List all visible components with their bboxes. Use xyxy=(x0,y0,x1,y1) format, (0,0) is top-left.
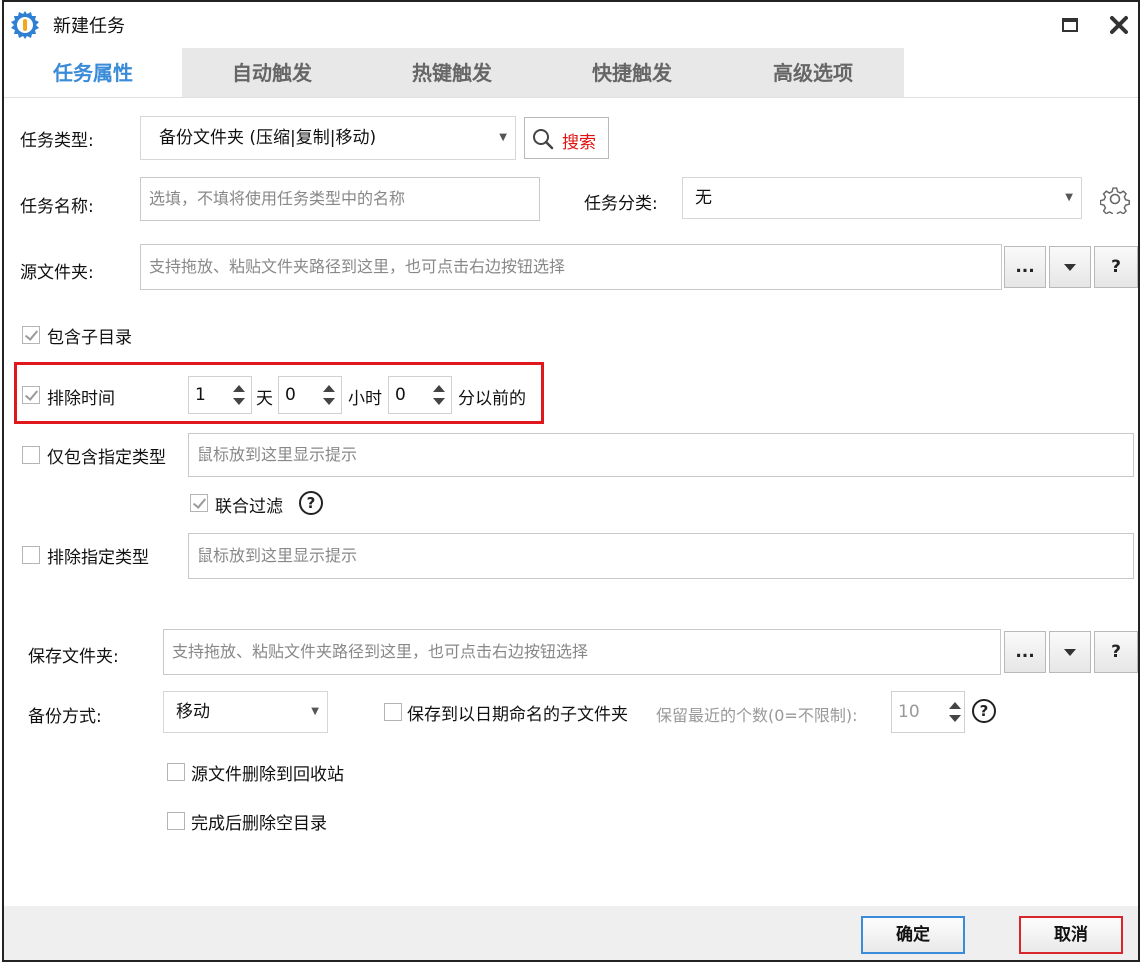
search-icon xyxy=(533,129,554,150)
hours-unit-label: 小时 xyxy=(348,389,382,409)
delete-empty-dirs-checkbox[interactable] xyxy=(167,812,185,830)
days-unit-label: 天 xyxy=(256,389,273,409)
search-button[interactable]: 搜索 xyxy=(524,117,609,159)
save-dropdown-button[interactable] xyxy=(1049,631,1091,673)
exclude-minutes-value: 0 xyxy=(395,385,406,405)
exclude-types-label: 排除指定类型 xyxy=(47,548,149,568)
backup-method-value: 移动 xyxy=(176,702,210,722)
include-subdirs-label: 包含子目录 xyxy=(47,328,132,348)
exclude-hours-value: 0 xyxy=(285,385,296,405)
tab-advanced-options[interactable]: 高级选项 xyxy=(722,48,904,98)
save-folder-label: 保存文件夹: xyxy=(28,647,119,667)
task-type-label: 任务类型: xyxy=(20,131,94,151)
exclude-types-checkbox[interactable] xyxy=(22,546,40,564)
arrow-down-icon[interactable] xyxy=(323,398,335,405)
close-icon[interactable] xyxy=(1106,12,1132,38)
tab-auto-trigger[interactable]: 自动触发 xyxy=(182,48,362,98)
source-help-button[interactable]: ? xyxy=(1094,246,1138,288)
joint-filter-label: 联合过滤 xyxy=(215,497,283,517)
delete-empty-dirs-label: 完成后删除空目录 xyxy=(191,814,327,834)
only-types-placeholder: 鼠标放到这里显示提示 xyxy=(197,445,358,464)
minutes-suffix-label: 分以前的 xyxy=(458,389,526,409)
keep-recent-label: 保留最近的个数(0=不限制): xyxy=(656,706,858,725)
exclude-types-input[interactable]: 鼠标放到这里显示提示 xyxy=(188,533,1134,579)
source-folder-input[interactable]: 支持拖放、粘贴文件夹路径到这里，也可点击右边按钮选择 xyxy=(140,244,1002,290)
save-folder-input[interactable]: 支持拖放、粘贴文件夹路径到这里，也可点击右边按钮选择 xyxy=(163,629,1001,675)
date-subfolder-label: 保存到以日期命名的子文件夹 xyxy=(407,705,628,725)
task-name-label: 任务名称: xyxy=(20,197,94,217)
task-category-value: 无 xyxy=(695,188,712,208)
save-help-button[interactable]: ? xyxy=(1094,631,1138,673)
dialog-footer: 确定 取消 xyxy=(4,906,1138,960)
chevron-down-icon: ▼ xyxy=(1065,192,1073,203)
date-subfolder-checkbox[interactable] xyxy=(384,703,402,721)
arrow-down-icon[interactable] xyxy=(433,398,445,405)
arrow-up-icon[interactable] xyxy=(949,702,961,709)
arrow-down-icon[interactable] xyxy=(233,398,245,405)
task-name-placeholder: 选填，不填将使用任务类型中的名称 xyxy=(149,189,406,208)
arrow-up-icon[interactable] xyxy=(233,385,245,392)
keep-recent-value: 10 xyxy=(898,702,920,722)
tab-hotkey-trigger[interactable]: 热键触发 xyxy=(362,48,542,98)
only-types-input[interactable]: 鼠标放到这里显示提示 xyxy=(188,433,1134,477)
dialog-window: 新建任务 任务属性 自动触发 热键触发 快捷触发 高级选项 任务类型: 备份文件… xyxy=(2,0,1140,962)
chevron-down-icon: ▼ xyxy=(311,706,319,717)
arrow-up-icon[interactable] xyxy=(433,385,445,392)
ok-button-label: 确定 xyxy=(896,925,930,945)
keep-recent-stepper[interactable]: 10 xyxy=(891,691,965,733)
save-folder-placeholder: 支持拖放、粘贴文件夹路径到这里，也可点击右边按钮选择 xyxy=(172,642,589,661)
backup-method-select[interactable]: 移动 ▼ xyxy=(163,691,328,733)
exclude-time-checkbox[interactable] xyxy=(22,386,40,404)
source-to-recycle-label: 源文件删除到回收站 xyxy=(191,765,344,785)
source-browse-button[interactable]: ... xyxy=(1004,246,1046,288)
window-title: 新建任务 xyxy=(53,16,125,37)
cancel-button[interactable]: 取消 xyxy=(1019,916,1123,954)
backup-method-label: 备份方式: xyxy=(28,707,102,727)
chevron-down-icon: ▼ xyxy=(499,132,507,143)
exclude-minutes-stepper[interactable]: 0 xyxy=(388,376,452,414)
cancel-button-label: 取消 xyxy=(1054,925,1088,945)
tab-bar: 任务属性 自动触发 热键触发 快捷触发 高级选项 xyxy=(4,48,904,98)
arrow-up-icon[interactable] xyxy=(323,385,335,392)
include-subdirs-checkbox[interactable] xyxy=(22,326,40,344)
title-bar[interactable]: 新建任务 xyxy=(4,2,1138,48)
only-types-checkbox[interactable] xyxy=(22,446,40,464)
task-category-select[interactable]: 无 ▼ xyxy=(682,177,1082,219)
tab-task-properties[interactable]: 任务属性 xyxy=(4,48,182,98)
source-dropdown-button[interactable] xyxy=(1049,246,1091,288)
tab-quick-trigger[interactable]: 快捷触发 xyxy=(542,48,722,98)
search-button-label: 搜索 xyxy=(562,133,596,153)
task-type-value: 备份文件夹 (压缩|复制|移动) xyxy=(159,128,377,148)
exclude-days-value: 1 xyxy=(195,385,206,405)
save-browse-button[interactable]: ... xyxy=(1004,631,1046,673)
chevron-down-icon xyxy=(1064,264,1076,271)
ok-button[interactable]: 确定 xyxy=(861,916,965,954)
source-folder-placeholder: 支持拖放、粘贴文件夹路径到这里，也可点击右边按钮选择 xyxy=(149,257,566,276)
chevron-down-icon xyxy=(1064,649,1076,656)
help-icon[interactable]: ? xyxy=(972,699,996,723)
source-to-recycle-checkbox[interactable] xyxy=(167,763,185,781)
help-icon[interactable]: ? xyxy=(299,491,323,515)
task-name-input[interactable]: 选填，不填将使用任务类型中的名称 xyxy=(140,177,540,221)
tab-divider xyxy=(4,97,1138,98)
task-type-select[interactable]: 备份文件夹 (压缩|复制|移动) ▼ xyxy=(140,116,516,160)
only-types-label: 仅包含指定类型 xyxy=(47,448,166,468)
maximize-icon[interactable] xyxy=(1062,18,1078,32)
joint-filter-checkbox[interactable] xyxy=(190,494,208,512)
exclude-time-label: 排除时间 xyxy=(47,389,115,409)
task-category-label: 任务分类: xyxy=(584,194,658,214)
exclude-types-placeholder: 鼠标放到这里显示提示 xyxy=(197,546,358,565)
arrow-down-icon[interactable] xyxy=(949,715,961,722)
exclude-days-stepper[interactable]: 1 xyxy=(188,376,252,414)
gear-icon[interactable] xyxy=(1099,184,1130,218)
exclude-hours-stepper[interactable]: 0 xyxy=(278,376,342,414)
source-folder-label: 源文件夹: xyxy=(20,263,94,283)
app-logo-icon xyxy=(10,10,40,40)
